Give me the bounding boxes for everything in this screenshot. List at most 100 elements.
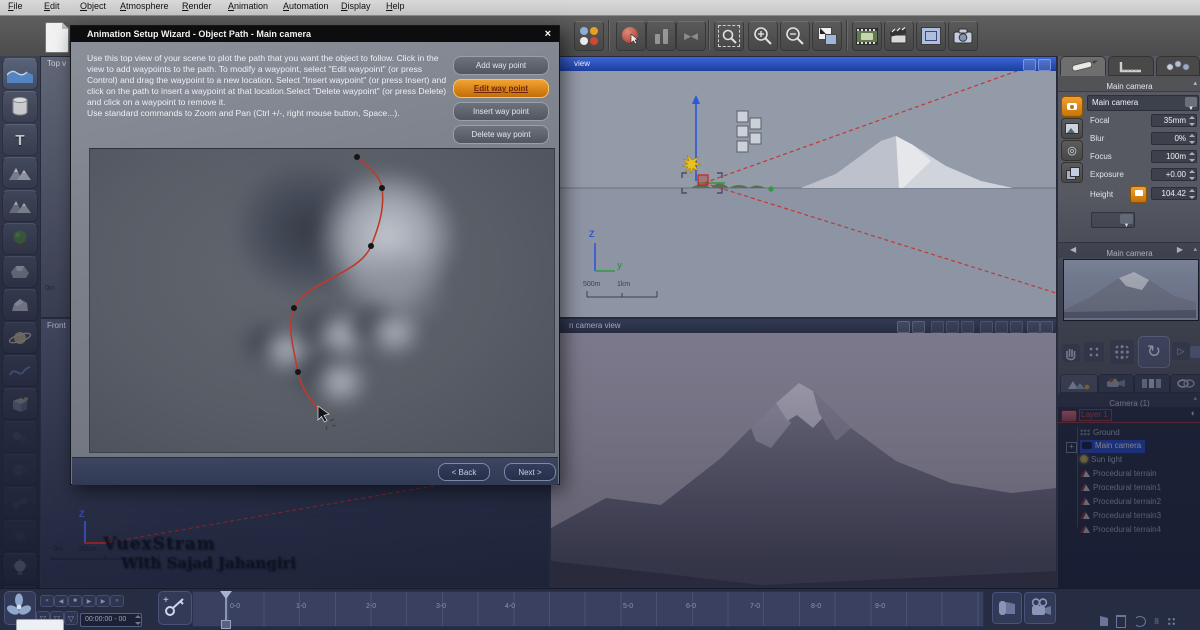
render-preview-icon[interactable] — [992, 592, 1022, 624]
add-keyframe-icon[interactable]: + — [158, 591, 192, 625]
next-frame-button[interactable]: ▶ — [96, 595, 110, 607]
height-link-icon[interactable] — [1130, 186, 1147, 203]
tab-materials[interactable] — [1134, 374, 1170, 393]
layer-name[interactable]: Layer 1 — [1079, 409, 1112, 421]
menu-atmosphere[interactable]: Atmosphere — [120, 1, 169, 11]
zoom-region-icon[interactable] — [714, 21, 744, 51]
tab-lights[interactable] — [1156, 56, 1200, 76]
tab-paint[interactable] — [1060, 56, 1106, 76]
tab-measure[interactable] — [1108, 56, 1154, 76]
layer-folder-icon[interactable] — [1061, 410, 1077, 422]
go-start-button[interactable]: « — [40, 595, 54, 607]
group-d-tool-icon[interactable] — [2, 520, 38, 552]
exposure-field[interactable]: +0.00 — [1151, 168, 1197, 181]
playhead-marker[interactable] — [220, 591, 232, 599]
menu-help[interactable]: Help — [386, 1, 405, 11]
go-end-button[interactable]: » — [110, 595, 124, 607]
save-view-icon[interactable] — [1190, 346, 1200, 358]
globe-select-icon[interactable] — [616, 21, 646, 51]
layer-item-terrain2[interactable]: Procedural terrain2 — [1080, 496, 1161, 508]
waypoint[interactable] — [368, 243, 374, 249]
gain-bars-icon[interactable] — [646, 21, 676, 51]
side-view-layout-icon[interactable] — [1038, 59, 1051, 71]
focus-field[interactable]: 100m — [1151, 150, 1197, 163]
menu-automation[interactable]: Automation — [283, 1, 329, 11]
waypoint[interactable] — [379, 185, 385, 191]
layer-item-sun-light[interactable]: Sun light — [1080, 454, 1122, 466]
menu-render[interactable]: Render — [182, 1, 212, 11]
layer-item-terrain4[interactable]: Procedural terrain4 — [1080, 524, 1161, 536]
group-c-tool-icon[interactable] — [2, 487, 38, 519]
camera-section-header[interactable]: Main camera ▴ — [1058, 76, 1200, 92]
waypoint[interactable] — [295, 369, 301, 375]
solid-tool-icon[interactable] — [2, 388, 38, 420]
water-tool-icon[interactable] — [2, 58, 38, 90]
menu-object[interactable]: Object — [80, 1, 106, 11]
tab-links[interactable] — [1170, 374, 1200, 393]
side-view-titlebar[interactable]: view — [551, 57, 1056, 71]
height-field[interactable]: 104.42 — [1151, 187, 1197, 200]
camera-view-titlebar[interactable]: n camera view — [551, 319, 1056, 333]
trash-icon[interactable] — [1116, 615, 1126, 628]
layer-item-terrain[interactable]: Procedural terrain — [1080, 468, 1157, 480]
camera-view-btn-8[interactable] — [1010, 321, 1023, 333]
path-option-select[interactable]: ▼ — [1091, 212, 1135, 228]
procedural-terrain-tool-icon[interactable] — [2, 190, 38, 222]
waypoint[interactable] — [354, 154, 360, 160]
rock-tool-icon[interactable] — [2, 256, 38, 288]
group-icon[interactable]: 𝟠 — [1154, 617, 1159, 626]
edit-waypoint-button[interactable]: Edit way point — [453, 79, 549, 98]
orbit-icon[interactable]: ↻ — [1138, 336, 1170, 368]
play-button[interactable]: ▶ — [82, 595, 96, 607]
path-plot-view[interactable] — [89, 148, 555, 453]
dialog-titlebar[interactable]: Animation Setup Wizard - Object Path - M… — [71, 26, 559, 42]
pan-hand-icon[interactable] — [1062, 344, 1080, 362]
prev-frame-button[interactable]: ◀ — [54, 595, 68, 607]
side-view-maximize-icon[interactable] — [1023, 59, 1036, 71]
add-waypoint-button[interactable]: Add way point — [453, 56, 549, 75]
next-key-marker-icon[interactable]: ▽ — [64, 611, 78, 625]
stack-icon[interactable] — [1061, 162, 1083, 183]
close-icon[interactable]: × — [545, 26, 551, 42]
next-button[interactable]: Next > — [504, 463, 556, 481]
camera-view-btn-10[interactable] — [1040, 321, 1053, 333]
camera-view-btn-1[interactable] — [897, 321, 910, 333]
camera-select[interactable]: Main camera ▼ — [1087, 95, 1199, 111]
camera-view-btn-2[interactable] — [912, 321, 925, 333]
camera-view-btn-6[interactable] — [980, 321, 993, 333]
preview-next-icon[interactable]: ▶ — [1177, 245, 1183, 254]
render-area-icon[interactable] — [916, 21, 946, 51]
viewport-main-camera[interactable]: n camera view — [550, 318, 1057, 588]
vegetation-tool-icon[interactable] — [2, 223, 38, 255]
focus-spinner[interactable] — [1188, 152, 1195, 162]
stone-tool-icon[interactable] — [2, 289, 38, 321]
camera-preview-thumbnail[interactable] — [1063, 259, 1199, 321]
height-spinner[interactable] — [1188, 189, 1195, 199]
exposure-spinner[interactable] — [1188, 170, 1195, 180]
time-display[interactable]: 00:00:00 - 00 — [80, 613, 142, 627]
camera-view-btn-5[interactable] — [961, 321, 974, 333]
text-tool-icon[interactable]: T — [2, 124, 38, 156]
link-icon[interactable] — [1134, 616, 1146, 627]
light-tool-icon[interactable] — [2, 553, 38, 585]
playhead-handle[interactable] — [221, 620, 231, 629]
collapse-arrow-icon[interactable]: ▴ — [1193, 394, 1197, 402]
menu-animation[interactable]: Animation — [228, 1, 268, 11]
timeline-ruler[interactable]: 0-0 1-0 2-0 3-0 4-0 5-0 6-0 7-0 8-0 9-0 — [192, 591, 984, 627]
camera-view-btn-4[interactable] — [946, 321, 959, 333]
camera-settings-icon[interactable] — [1061, 96, 1083, 117]
target-icon[interactable]: ◎ — [1061, 140, 1083, 161]
insert-waypoint-button[interactable]: Insert way point — [453, 102, 549, 121]
expand-plus-icon[interactable]: + — [1066, 442, 1077, 453]
render-movie-icon[interactable] — [1024, 592, 1056, 624]
render-film-icon[interactable] — [852, 21, 882, 51]
fly-icon[interactable]: ▷ — [1172, 342, 1190, 360]
layer-item-main-camera[interactable]: Main camera — [1080, 440, 1145, 453]
stop-button[interactable]: ■ — [68, 595, 82, 607]
play-triangles-icon[interactable]: ▶◀ — [676, 21, 706, 51]
camera-view-btn-3[interactable] — [931, 321, 944, 333]
collapse-arrow-icon[interactable]: ▴ — [1193, 79, 1197, 87]
planet-tool-icon[interactable] — [2, 322, 38, 354]
terrain-tool-icon[interactable] — [2, 157, 38, 189]
render-animation-icon[interactable] — [884, 21, 914, 51]
